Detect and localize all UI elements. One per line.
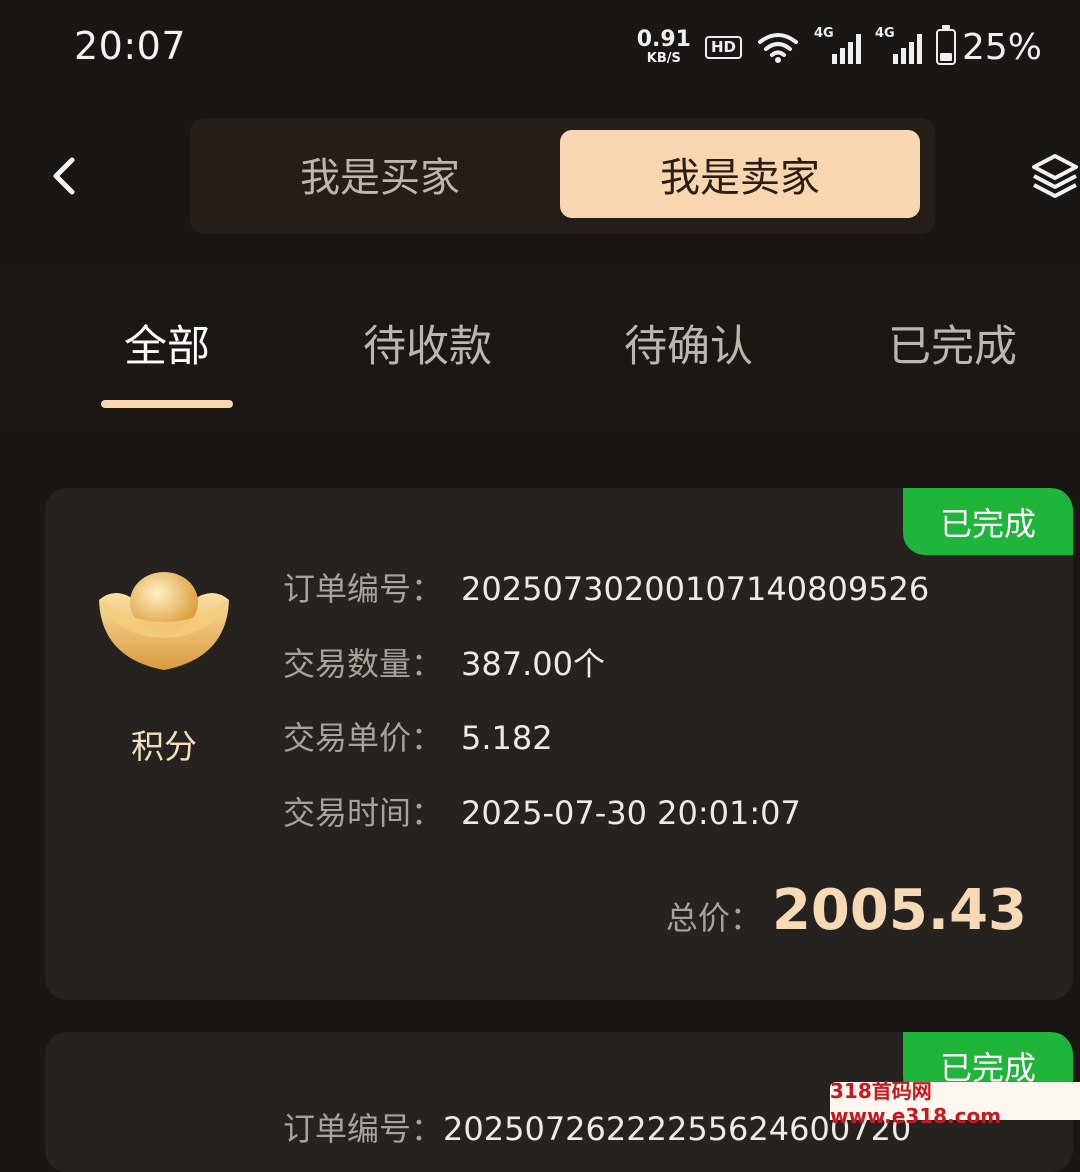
tab-all[interactable]: 全部 (124, 312, 210, 374)
trade-time-row: 交易时间： 2025-07-30 20:01:07 (283, 788, 801, 834)
unit-price-value: 5.182 (461, 719, 553, 757)
battery-indicator: 25% (935, 25, 1042, 68)
watermark: 318首码网 www.e318.com (830, 1079, 1080, 1128)
status-badge: 已完成 (903, 488, 1073, 555)
status-icons: 0.91 KB/S HD 4G 4G 25% (637, 24, 1042, 70)
quantity-row: 交易数量： 387.00个 (283, 639, 605, 685)
role-switch: 我是买家 我是卖家 (190, 118, 935, 234)
order-number-label: 订单编号： (283, 570, 444, 608)
net-speed-unit: KB/S (646, 51, 681, 66)
chevron-left-icon (53, 157, 75, 195)
quantity-label: 交易数量： (283, 645, 444, 683)
wifi-icon (757, 33, 798, 63)
signal-icon-sim1: 4G (814, 26, 861, 64)
unit-price-label: 交易单价： (283, 719, 444, 757)
unit-price-row: 交易单价： 5.182 (283, 713, 553, 759)
order-number-value: 202507302001071408095​26 (461, 570, 930, 608)
hd-icon: HD (704, 35, 742, 59)
status-time: 20:07 (74, 24, 187, 68)
active-tab-indicator (101, 400, 233, 408)
order-number-label: 订单编号： (283, 1110, 444, 1148)
trade-time-label: 交易时间： (283, 794, 444, 832)
filter-tabs: 全部 待收款 待确认 已完成 (0, 262, 1080, 430)
layers-button[interactable] (1030, 150, 1080, 202)
order-number-row: 订单编号：202507262222556246007​20 (283, 1104, 911, 1150)
tab-buyer[interactable]: 我是买家 (190, 130, 570, 218)
tab-pending-payment[interactable]: 待收款 (363, 312, 492, 374)
product-name: 积分 (131, 727, 197, 766)
net-speed: 0.91 KB/S (636, 27, 691, 66)
order-card[interactable]: 已完成 积分 订单编号： 202507302001071408095​26 交易数… (45, 488, 1073, 1000)
status-bar: 20:07 0.91 KB/S HD 4G 4G 25% (0, 0, 1080, 95)
tab-seller[interactable]: 我是卖家 (560, 130, 920, 218)
total-price-value: 2005.43 (771, 878, 1027, 943)
order-number-row: 订单编号： 202507302001071408095​26 (283, 564, 929, 610)
total-price: 总价： 2005.43 (666, 878, 1027, 943)
tab-pending-confirm[interactable]: 待确认 (624, 312, 753, 374)
tab-completed[interactable]: 已完成 (888, 312, 1017, 374)
top-nav: 我是买家 我是卖家 (0, 112, 1080, 240)
total-price-label: 总价： (665, 899, 762, 937)
layers-icon (1032, 154, 1078, 198)
signal-icon-sim2: 4G (875, 26, 922, 64)
gold-ingot-icon (99, 572, 229, 670)
battery-percent: 25% (961, 26, 1042, 68)
battery-icon (935, 25, 956, 65)
trade-time-value: 2025-07-30 20:01:07 (461, 794, 801, 832)
quantity-value: 387.00个 (461, 645, 605, 683)
net-speed-value: 0.91 (636, 27, 691, 52)
back-button[interactable] (40, 148, 88, 204)
